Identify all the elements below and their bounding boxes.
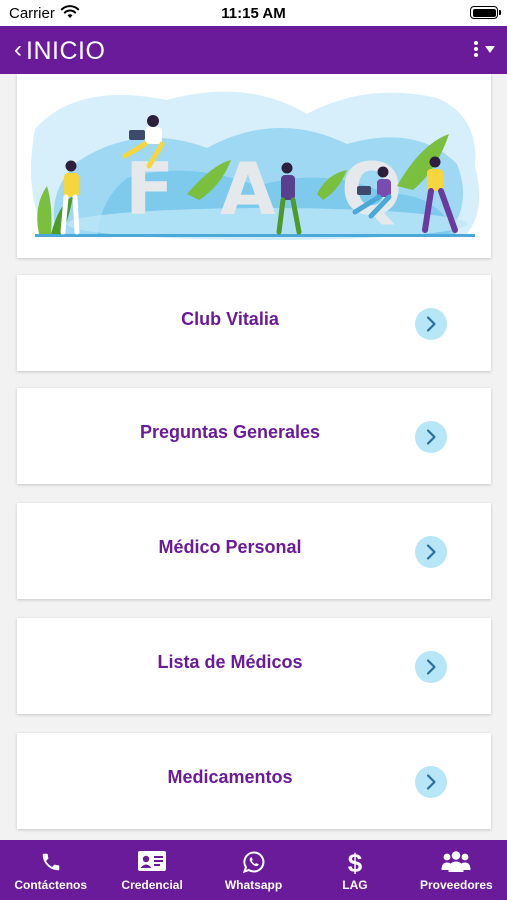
dollar-icon: $ [304, 850, 405, 876]
faq-list[interactable]: F A Q Club Vitalia Preguntas Generales M… [0, 74, 507, 840]
nav-proveedores[interactable]: Proveedores [406, 840, 507, 900]
caret-down-icon [485, 45, 495, 53]
faq-item-club-vitalia[interactable]: Club Vitalia [17, 275, 491, 371]
faq-item-label: Preguntas Generales [139, 422, 321, 442]
faq-banner: F A Q [17, 74, 491, 258]
clock: 11:15 AM [221, 5, 286, 22]
faq-letter-f: F [125, 147, 174, 231]
chevron-right-icon [415, 308, 447, 340]
nav-label: Credencial [121, 878, 183, 892]
faq-item-preguntas-generales[interactable]: Preguntas Generales [17, 388, 491, 484]
id-card-icon [101, 850, 202, 876]
faq-item-lista-de-medicos[interactable]: Lista de Médicos [17, 618, 491, 714]
battery-icon [470, 6, 501, 19]
app-bar: ‹ INICIO [0, 26, 507, 74]
chevron-right-icon [415, 651, 447, 683]
whatsapp-icon [203, 850, 304, 876]
back-button[interactable]: ‹ [14, 38, 22, 62]
chevron-right-icon [415, 766, 447, 798]
nav-label: Proveedores [419, 878, 493, 892]
faq-item-label: Médico Personal [158, 537, 302, 557]
faq-letter-a: A [220, 147, 276, 231]
nav-lag[interactable]: $ LAG [304, 840, 405, 900]
faq-item-label: Medicamentos [167, 767, 293, 787]
people-icon [406, 850, 507, 876]
faq-item-label: Club Vitalia [181, 309, 279, 329]
phone-icon [0, 850, 101, 876]
faq-item-label: Lista de Médicos [157, 652, 303, 672]
chevron-right-icon [415, 536, 447, 568]
nav-credencial[interactable]: Credencial [101, 840, 202, 900]
nav-label: Contáctenos [14, 878, 88, 892]
nav-label: LAG [342, 878, 368, 892]
faq-item-medicamentos[interactable]: Medicamentos [17, 733, 491, 829]
nav-label: Whatsapp [224, 878, 283, 892]
faq-item-medico-personal[interactable]: Médico Personal [17, 503, 491, 599]
bottom-nav: Contáctenos Credencial Whatsapp $ LAG Pr… [0, 840, 507, 900]
page-title: INICIO [26, 37, 106, 65]
more-vertical-icon [474, 41, 478, 57]
nav-whatsapp[interactable]: Whatsapp [203, 840, 304, 900]
nav-contactenos[interactable]: Contáctenos [0, 840, 101, 900]
overflow-menu-button[interactable] [474, 41, 495, 57]
faq-illustration: F A Q [31, 91, 480, 240]
status-bar: Carrier 11:15 AM [0, 0, 507, 26]
chevron-right-icon [415, 421, 447, 453]
dollar-glyph: $ [347, 848, 363, 878]
